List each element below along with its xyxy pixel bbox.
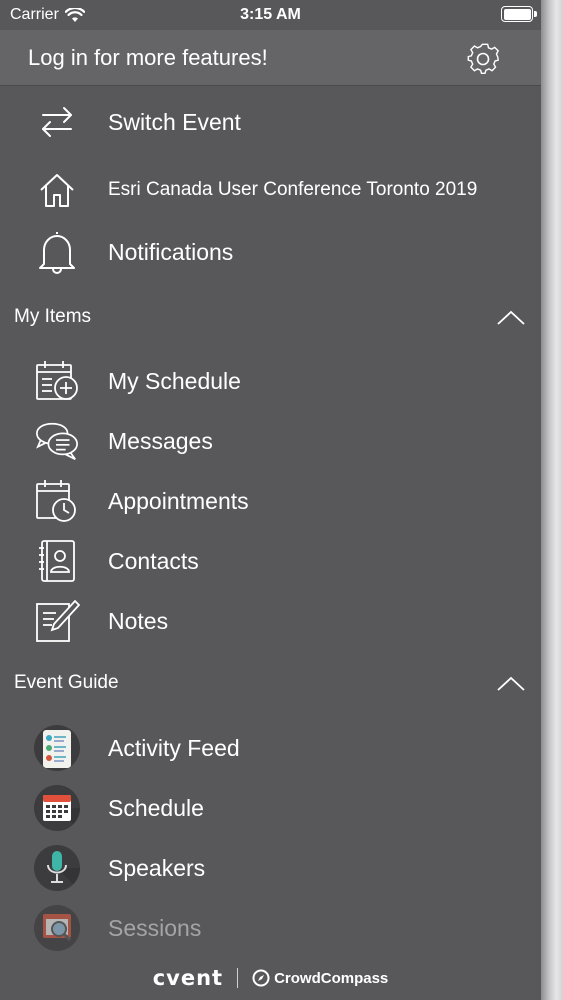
menu-item-label: Schedule bbox=[108, 794, 204, 821]
menu-item-label: Appointments bbox=[108, 487, 249, 514]
menu-item-label: Activity Feed bbox=[108, 734, 240, 761]
calendar-add-icon bbox=[34, 358, 80, 404]
section-header-my-items[interactable]: My Items bbox=[0, 298, 541, 338]
microphone-icon bbox=[34, 845, 80, 891]
login-prompt[interactable]: Log in for more features! bbox=[28, 45, 268, 71]
menu-item-activity-feed[interactable]: Activity Feed bbox=[0, 722, 541, 774]
chat-bubbles-icon bbox=[34, 418, 80, 464]
footer-branding: cvent CrowdCompass bbox=[0, 962, 541, 994]
menu-header: Log in for more features! bbox=[0, 30, 541, 86]
note-pencil-icon bbox=[34, 598, 80, 644]
menu-item-event-home[interactable]: Esri Canada User Conference Toronto 2019 bbox=[0, 166, 541, 214]
swap-arrows-icon bbox=[34, 99, 80, 145]
menu-item-notifications[interactable]: Notifications bbox=[0, 228, 541, 276]
section-header-event-guide[interactable]: Event Guide bbox=[0, 664, 541, 704]
chevron-up-icon[interactable] bbox=[496, 308, 526, 326]
menu-item-sessions[interactable]: Sessions bbox=[0, 902, 541, 954]
content-behind-drawer[interactable] bbox=[541, 0, 563, 1000]
menu-item-contacts[interactable]: Contacts bbox=[0, 536, 541, 586]
compass-icon bbox=[252, 969, 270, 987]
calendar-clock-icon bbox=[34, 478, 80, 524]
cvent-logo: cvent bbox=[152, 966, 224, 990]
section-title: My Items bbox=[14, 306, 92, 327]
section-title: Event Guide bbox=[14, 672, 119, 693]
menu-item-label: Notes bbox=[108, 607, 169, 634]
bell-icon bbox=[34, 229, 80, 275]
contact-book-icon bbox=[34, 538, 80, 584]
menu-item-label: My Schedule bbox=[108, 367, 241, 394]
crowdcompass-label: CrowdCompass bbox=[274, 969, 389, 987]
menu-item-appointments[interactable]: Appointments bbox=[0, 476, 541, 526]
sessions-magnifier-icon bbox=[34, 905, 80, 951]
activity-feed-icon bbox=[34, 725, 80, 771]
menu-item-messages[interactable]: Messages bbox=[0, 416, 541, 466]
menu-item-speakers[interactable]: Speakers bbox=[0, 842, 541, 894]
schedule-calendar-icon bbox=[34, 785, 80, 831]
menu-item-label: Messages bbox=[108, 427, 213, 454]
menu-item-label: Speakers bbox=[108, 854, 206, 881]
menu-item-my-schedule[interactable]: My Schedule bbox=[0, 356, 541, 406]
home-icon bbox=[34, 167, 80, 213]
footer-divider bbox=[237, 968, 239, 988]
menu-item-label: Notifications bbox=[108, 238, 234, 265]
menu-item-label: Switch Event bbox=[108, 108, 241, 135]
menu-item-label: Sessions bbox=[108, 914, 202, 941]
menu-item-label: Contacts bbox=[108, 547, 199, 574]
status-time: 3:15 AM bbox=[240, 6, 301, 23]
gear-icon[interactable] bbox=[464, 40, 502, 78]
menu-item-label: Esri Canada User Conference Toronto 2019 bbox=[108, 179, 478, 200]
chevron-up-icon[interactable] bbox=[496, 674, 526, 692]
app-screen: Carrier 3:15 AM Log in for more features… bbox=[0, 0, 563, 1000]
menu-item-notes[interactable]: Notes bbox=[0, 596, 541, 646]
battery-icon bbox=[501, 6, 537, 22]
status-bar: Carrier 3:15 AM bbox=[0, 0, 541, 30]
crowdcompass-logo: CrowdCompass bbox=[252, 969, 388, 987]
menu-item-schedule[interactable]: Schedule bbox=[0, 782, 541, 834]
menu-item-switch-event[interactable]: Switch Event bbox=[0, 98, 541, 146]
